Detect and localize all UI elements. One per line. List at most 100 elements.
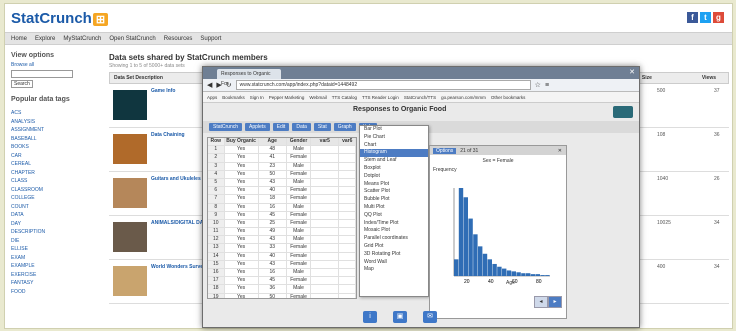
grid-cell[interactable]: Female [287,277,312,285]
grid-cell[interactable] [311,269,340,277]
tag-link[interactable]: EXAM [11,254,101,263]
grid-cell[interactable] [311,195,340,203]
grid-cell[interactable]: Male [287,285,312,293]
nav-home[interactable]: Home [11,36,27,42]
grid-cell[interactable]: 43 [259,178,287,187]
tag-link[interactable]: FOOD [11,288,101,297]
tag-link[interactable]: COUNT [11,203,101,212]
nav-open-statcrunch[interactable]: Open StatCrunch [109,36,155,42]
grid-cell[interactable] [311,219,340,228]
graph-menu-item[interactable]: Chart [360,142,428,150]
grid-cell[interactable] [311,277,340,285]
grid-cell[interactable] [311,203,340,211]
grid-cell[interactable] [339,228,356,236]
tag-link[interactable]: FANTASY [11,279,101,288]
tag-link[interactable]: EXAMPLE [11,262,101,271]
grid-cell[interactable]: Yes [225,252,259,260]
graph-menu-item[interactable]: Mosaic Plot [360,227,428,235]
grid-row[interactable]: 9 Yes 45 Female [208,211,356,220]
grid-cell[interactable]: Yes [225,236,259,244]
grid-cell[interactable]: 25 [259,219,287,228]
bookmark-item[interactable]: Sign In [250,95,264,100]
tag-link[interactable]: CAR [11,152,101,161]
grid-cell[interactable]: Yes [225,154,259,162]
grid-cell[interactable]: Female [287,244,312,252]
graph-menu-item[interactable]: Multi Plot [360,204,428,212]
next-plot-button[interactable]: ▸ [548,296,562,308]
grid-cell[interactable] [339,203,356,211]
grid-cell[interactable] [339,195,356,203]
tag-link[interactable]: CEREAL [11,160,101,169]
prev-plot-button[interactable]: ◂ [534,296,548,308]
tag-link[interactable]: ACS [11,109,101,118]
grid-cell[interactable]: Yes [225,269,259,277]
grid-cell[interactable]: Female [287,170,312,178]
grid-cell[interactable] [311,260,340,268]
grid-cell[interactable] [339,244,356,252]
tag-link[interactable]: CLASSROOM [11,186,101,195]
bookmark-item[interactable]: Webmail [309,95,326,100]
tag-link[interactable]: BASEBALL [11,135,101,144]
info-icon[interactable]: i [363,311,377,323]
grid-row[interactable]: 10 Yes 25 Female [208,219,356,229]
facebook-icon[interactable]: f [687,12,698,23]
grid-cell[interactable]: 16 [259,269,287,277]
grid-row[interactable]: 19 Yes 50 Female [208,293,356,298]
graph-menu-item[interactable]: Means Plot [360,181,428,189]
grid-cell[interactable] [339,187,356,195]
twitter-icon[interactable]: t [700,12,711,23]
grid-cell[interactable]: Yes [225,285,259,293]
grid-cell[interactable] [311,228,340,236]
grid-cell[interactable]: Female [287,260,312,268]
grid-cell[interactable] [311,252,340,260]
grid-cell[interactable]: Female [287,293,312,298]
bookmark-item[interactable]: Apps [207,95,217,100]
search-button[interactable]: Search [11,80,33,88]
menu-icon[interactable]: ≡ [545,82,549,89]
grid-cell[interactable]: Male [287,269,312,277]
grid-col-var6[interactable]: var6 [339,138,356,146]
grid-cell[interactable]: 41 [259,154,287,162]
tag-link[interactable]: DATA [11,211,101,220]
grid-cell[interactable]: Yes [225,187,259,195]
grid-col-gender[interactable]: Gender [287,138,312,146]
browser-tab[interactable]: Responses to Organic Fo... [217,69,281,87]
tag-link[interactable]: DESCRIPTION [11,228,101,237]
grid-cell[interactable] [311,170,340,178]
graph-menu-item[interactable]: Index/Time Plot [360,220,428,228]
graph-menu-item[interactable]: 3D Rotating Plot [360,251,428,259]
tag-link[interactable]: EXERCISE [11,271,101,280]
dataset-thumbnail[interactable] [113,90,147,120]
grid-cell[interactable]: Yes [225,195,259,203]
graph-menu-item[interactable]: Pie Chart [360,134,428,142]
grid-row[interactable]: 15 Yes 43 Female [208,260,356,269]
bookmark-item[interactable]: TTS Reader Login [362,95,399,100]
grid-cell[interactable] [311,154,340,162]
grid-row[interactable]: 16 Yes 16 Male [208,269,356,278]
grid-cell[interactable]: Yes [225,178,259,187]
back-icon[interactable]: ◀ [207,81,212,89]
grid-cell[interactable]: Yes [225,228,259,236]
grid-cell[interactable]: Male [287,236,312,244]
grid-cell[interactable] [339,170,356,178]
grid-cell[interactable]: 16 [259,203,287,211]
graph-menu-item[interactable]: Stem and Leaf [360,157,428,165]
toolbar-menu-stat[interactable]: Stat [313,123,331,131]
grid-cell[interactable]: 33 [259,244,287,252]
search-input[interactable] [11,70,73,78]
grid-cell[interactable] [339,277,356,285]
dataset-title[interactable]: ANIMALS/DIGITAL DATA [151,220,209,226]
grid-cell[interactable] [339,269,356,277]
toolbar-menu-applets[interactable]: Applets [245,123,270,131]
toolbar-menu-graph[interactable]: Graph [333,123,356,131]
grid-col-age[interactable]: Age [259,138,287,146]
tag-link[interactable]: BOOKS [11,143,101,152]
data-grid[interactable]: Row Buy Organic Age Gender var5 var6 1 Ye… [207,137,357,299]
grid-cell[interactable]: 45 [259,211,287,219]
grid-cell[interactable]: Female [287,187,312,195]
dataset-thumbnail[interactable] [113,134,147,164]
bookmark-item[interactable]: StatCrunch/TTS [404,95,436,100]
grid-cell[interactable]: 43 [259,260,287,268]
graph-menu-item[interactable]: Bubble Plot [360,196,428,204]
grid-cell[interactable] [311,162,340,170]
